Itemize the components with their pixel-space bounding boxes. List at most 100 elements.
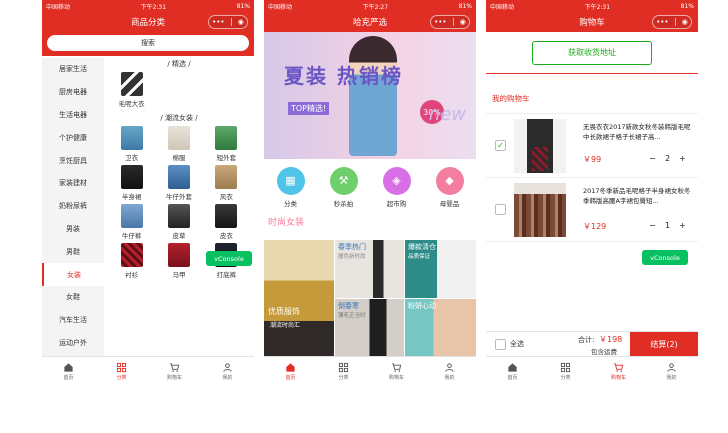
category-item[interactable]: 牛仔外套 xyxy=(155,165,202,201)
product-thumb xyxy=(167,165,190,189)
tab-category[interactable]: 分类 xyxy=(539,357,592,385)
category-item[interactable]: 风衣 xyxy=(203,165,250,201)
category-item-label: 短外套 xyxy=(216,154,237,162)
minus-button[interactable]: − xyxy=(645,154,660,163)
entry-baby[interactable]: ◆ 母婴品 xyxy=(423,159,476,215)
user-icon xyxy=(223,362,232,372)
product-thumb xyxy=(167,126,190,150)
tile-girl[interactable]: 粉妍心动 xyxy=(405,299,476,356)
category-item[interactable]: 卫衣 xyxy=(108,126,155,162)
mini-program-capsule[interactable]: ••• ◉ xyxy=(208,15,248,29)
more-icon[interactable]: ••• xyxy=(434,18,446,26)
tab-category[interactable]: 分类 xyxy=(95,357,148,385)
mini-program-capsule[interactable]: ••• ◉ xyxy=(430,15,470,29)
battery: 81% xyxy=(680,2,694,10)
category-item-label: 棉服 xyxy=(172,154,186,162)
sidebar-item[interactable]: 家装建材 xyxy=(42,172,104,195)
tile-sheer[interactable]: 倒春寒 薄毛正当时 xyxy=(335,299,404,356)
get-address-button[interactable]: 获取收货地址 xyxy=(532,40,652,65)
minus-button[interactable]: − xyxy=(645,221,660,230)
sidebar-item[interactable]: 女装 xyxy=(42,263,104,286)
tab-bar: 首页 分类 购物车 我的 xyxy=(42,356,254,385)
tab-cart[interactable]: 购物车 xyxy=(370,357,423,385)
category-item-label: 毛呢大衣 xyxy=(118,100,145,108)
entry-category[interactable]: ▦ 分类 xyxy=(264,159,317,215)
sidebar-item[interactable]: 男装 xyxy=(42,218,104,241)
quantity-stepper: − 1 + xyxy=(645,221,690,230)
tab-mine[interactable]: 我的 xyxy=(645,357,698,385)
checkout-button[interactable]: 结算(2) xyxy=(630,332,698,357)
sidebar-item[interactable]: 男鞋 xyxy=(42,240,104,263)
tab-cart[interactable]: 购物车 xyxy=(592,357,645,385)
item-checkbox[interactable] xyxy=(495,204,506,215)
tile-subtitle: 潮流时尚汇 xyxy=(270,322,301,329)
tab-mine[interactable]: 我的 xyxy=(201,357,254,385)
cart-item: 2017冬季新品毛呢格子半身裙女秋冬季韩版高腰A字裙包臀短... ￥129 − … xyxy=(486,178,698,242)
category-item[interactable]: 毛呢大衣 xyxy=(108,72,155,108)
category-item-label: 皮衣 xyxy=(219,232,233,240)
clock: 下午2:27 xyxy=(362,3,389,11)
more-icon[interactable]: ••• xyxy=(212,18,224,26)
select-all-checkbox[interactable] xyxy=(495,339,506,350)
entry-supermarket[interactable]: ◈ 超市购 xyxy=(370,159,423,215)
tile-hot[interactable]: 爆款清仓 品质保证 xyxy=(405,240,476,298)
sidebar-item[interactable]: 厨房电器 xyxy=(42,81,104,104)
plus-button[interactable]: + xyxy=(675,154,690,163)
category-item[interactable]: 马甲 xyxy=(155,243,202,279)
battery: 81% xyxy=(236,2,250,10)
item-checkbox[interactable]: ✓ xyxy=(495,140,506,151)
total-value: ￥198 xyxy=(599,335,623,344)
category-item[interactable]: 皮草 xyxy=(155,204,202,240)
entry-flash-sale[interactable]: ⚒ 秒杀拍 xyxy=(317,159,370,215)
quantity-value[interactable]: 2 xyxy=(660,154,675,163)
quantity-stepper: − 2 + xyxy=(645,154,690,163)
clock: 下午2:31 xyxy=(584,3,611,11)
tab-home[interactable]: 首页 xyxy=(42,357,95,385)
close-target-icon[interactable]: ◉ xyxy=(238,18,244,26)
tab-category[interactable]: 分类 xyxy=(317,357,370,385)
category-item[interactable]: 衬衫 xyxy=(108,243,155,279)
sidebar-item[interactable]: 运动户外 xyxy=(42,332,104,355)
tile-title: 粉妍心动 xyxy=(408,302,436,310)
product-price: ￥129 xyxy=(583,222,607,231)
vconsole-button[interactable]: vConsole xyxy=(642,250,688,265)
nav-bar: 购物车 ••• ◉ xyxy=(486,12,698,32)
tile-main[interactable]: 优质服饰 潮流时尚汇 xyxy=(264,240,334,356)
category-item-label: 打底裤 xyxy=(216,271,237,279)
promo-banner[interactable]: 夏装 热销榜 TOP精选! 30% new xyxy=(264,32,476,159)
sidebar-item[interactable]: 汽车生活 xyxy=(42,309,104,332)
banner-headline: 夏装 热销榜 xyxy=(284,64,403,88)
category-item[interactable]: 短外套 xyxy=(203,126,250,162)
category-item[interactable]: 皮衣 xyxy=(203,204,250,240)
sidebar-item[interactable]: 居家生活 xyxy=(42,58,104,81)
sidebar-item[interactable]: 生活电器 xyxy=(42,104,104,127)
category-item[interactable]: 半身裙 xyxy=(108,165,155,201)
tab-mine[interactable]: 我的 xyxy=(423,357,476,385)
tile-spring[interactable]: 春季热门 撞色新时尚 xyxy=(335,240,404,298)
close-target-icon[interactable]: ◉ xyxy=(460,18,466,26)
category-item[interactable]: 牛仔裤 xyxy=(108,204,155,240)
tab-home[interactable]: 首页 xyxy=(264,357,317,385)
status-bar: 中国移动 下午2:31 81% xyxy=(486,0,698,12)
close-target-icon[interactable]: ◉ xyxy=(682,18,688,26)
search-input[interactable]: 搜索 xyxy=(47,35,249,51)
tab-home[interactable]: 首页 xyxy=(486,357,539,385)
mini-program-capsule[interactable]: ••• ◉ xyxy=(652,15,692,29)
quantity-value[interactable]: 1 xyxy=(660,221,675,230)
sidebar-item[interactable]: 烹饪厨具 xyxy=(42,149,104,172)
more-icon[interactable]: ••• xyxy=(656,18,668,26)
nav-bar: 哈克严选 ••• ◉ xyxy=(264,12,476,32)
product-title[interactable]: 2017冬季新品毛呢格子半身裙女秋冬季韩版高腰A字裙包臀短... xyxy=(583,186,691,206)
select-all-label[interactable]: 全选 xyxy=(510,339,524,349)
category-item-label: 半身裙 xyxy=(121,193,142,201)
sidebar-item[interactable]: 奶粉尿裤 xyxy=(42,195,104,218)
vconsole-button[interactable]: vConsole xyxy=(206,251,252,266)
plus-button[interactable]: + xyxy=(675,221,690,230)
category-item[interactable]: 棉服 xyxy=(155,126,202,162)
product-title[interactable]: 无畏衣衣2017新款女秋冬装韩版毛呢中长款裙子格子长裙子高... xyxy=(583,122,691,142)
tab-cart[interactable]: 购物车 xyxy=(148,357,201,385)
sidebar-item[interactable]: 个护健康 xyxy=(42,126,104,149)
category-item-label: 牛仔裤 xyxy=(121,232,142,240)
status-bar: 中国移动 下午2:27 81% xyxy=(264,0,476,12)
sidebar-item[interactable]: 女鞋 xyxy=(42,286,104,309)
